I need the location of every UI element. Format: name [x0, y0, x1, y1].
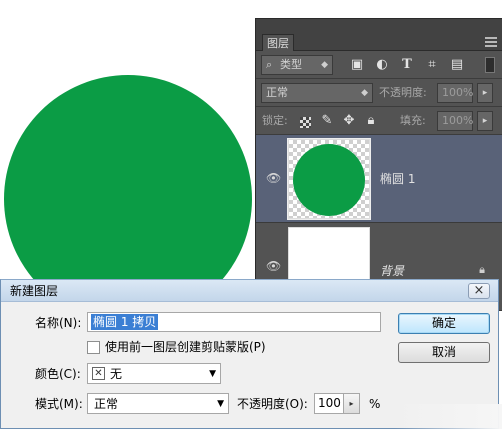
pixel-filter-icon[interactable]: ▣: [349, 57, 365, 73]
chevron-down-icon: ▼: [209, 369, 216, 379]
lock-icon: 🔒︎: [479, 263, 485, 276]
mode-label: 模式(M):: [35, 397, 83, 411]
type-filter-icon[interactable]: T: [399, 57, 415, 73]
lock-image-pixels-icon[interactable]: ✎: [319, 113, 335, 129]
dialog-title: 新建图层: [10, 284, 59, 298]
opacity-dropdown-icon[interactable]: ▸: [477, 83, 493, 103]
mode-value: 正常: [94, 397, 119, 411]
updown-arrow-icon: ◆: [361, 88, 368, 98]
thumbnail-ellipse: [293, 144, 365, 216]
color-value: 无: [110, 367, 123, 381]
blend-mode-value: 正常: [266, 86, 288, 99]
percent-label: %: [369, 397, 381, 411]
dialog-opacity-input[interactable]: 100: [314, 393, 344, 414]
layer-thumbnail[interactable]: [287, 138, 371, 220]
color-select[interactable]: ✕ 无 ▼: [87, 363, 221, 384]
lock-position-icon[interactable]: ✥: [341, 113, 357, 129]
lock-all-icon[interactable]: 🔒︎: [363, 113, 379, 129]
name-input[interactable]: 椭圆 1 拷贝: [87, 312, 381, 332]
close-icon: ×: [473, 283, 485, 298]
lock-row: 锁定: ✎ ✥ 🔒︎ 填充: 100% ▸: [256, 107, 502, 135]
lock-label: 锁定:: [262, 114, 288, 127]
fill-dropdown-icon[interactable]: ▸: [477, 111, 493, 131]
no-color-x-icon: ✕: [92, 367, 105, 380]
mode-select[interactable]: 正常 ▼: [87, 393, 229, 414]
dialog-titlebar[interactable]: 新建图层 ×: [1, 280, 498, 302]
layer-name[interactable]: 椭圆 1: [380, 171, 415, 187]
layers-panel: 图层 ⌕ 类型 ◆ ▣ ◐ T ⌗ ▤ 正常 ◆ 不透明度: 100% ▸ 锁定:…: [255, 18, 502, 311]
eye-icon[interactable]: 👁︎: [266, 171, 281, 185]
filter-kind-select[interactable]: ⌕ 类型 ◆: [261, 55, 333, 75]
shape-filter-icon[interactable]: ⌗: [424, 57, 440, 73]
lock-transparent-pixels-icon[interactable]: [300, 117, 311, 128]
filter-kind-label: 类型: [280, 58, 302, 71]
smart-object-filter-icon[interactable]: ▤: [449, 57, 465, 73]
updown-arrow-icon: ◆: [321, 60, 328, 70]
bottom-strip: [0, 429, 502, 446]
blend-row: 正常 ◆ 不透明度: 100% ▸: [256, 79, 502, 107]
layer-filter-row: ⌕ 类型 ◆ ▣ ◐ T ⌗ ▤: [256, 51, 502, 79]
document-canvas[interactable]: [0, 0, 256, 323]
close-button[interactable]: ×: [468, 283, 490, 299]
panel-tab-bar: 图层: [256, 19, 502, 51]
panel-menu-icon[interactable]: [485, 37, 497, 47]
fill-input[interactable]: 100%: [437, 111, 473, 131]
opacity-input[interactable]: 100%: [437, 83, 473, 103]
opacity-slider-button[interactable]: ▸: [343, 393, 360, 414]
color-label: 颜色(C):: [35, 367, 81, 381]
name-label: 名称(N):: [35, 316, 82, 330]
search-icon: ⌕: [266, 58, 273, 71]
adjustment-filter-icon[interactable]: ◐: [374, 57, 390, 73]
filter-toggle-switch[interactable]: [485, 57, 495, 73]
layer-row-ellipse[interactable]: 👁︎ 椭圆 1: [256, 135, 502, 223]
chevron-down-icon: ▼: [217, 399, 224, 409]
blend-mode-select[interactable]: 正常 ◆: [261, 83, 373, 103]
watermark-fade: [395, 404, 502, 430]
eye-icon[interactable]: 👁︎: [266, 259, 281, 273]
clipping-mask-label[interactable]: 使用前一图层创建剪贴蒙版(P): [105, 339, 266, 355]
cancel-button[interactable]: 取消: [398, 342, 490, 363]
tab-layers[interactable]: 图层: [262, 34, 294, 51]
clipping-mask-checkbox[interactable]: [87, 341, 100, 354]
ok-button[interactable]: 确定: [398, 313, 490, 334]
layer-name[interactable]: 背景: [380, 263, 404, 279]
dialog-opacity-label: 不透明度(O):: [237, 397, 308, 411]
opacity-label: 不透明度:: [379, 86, 427, 99]
name-input-value: 椭圆 1 拷贝: [91, 314, 159, 330]
fill-label: 填充:: [400, 114, 426, 127]
